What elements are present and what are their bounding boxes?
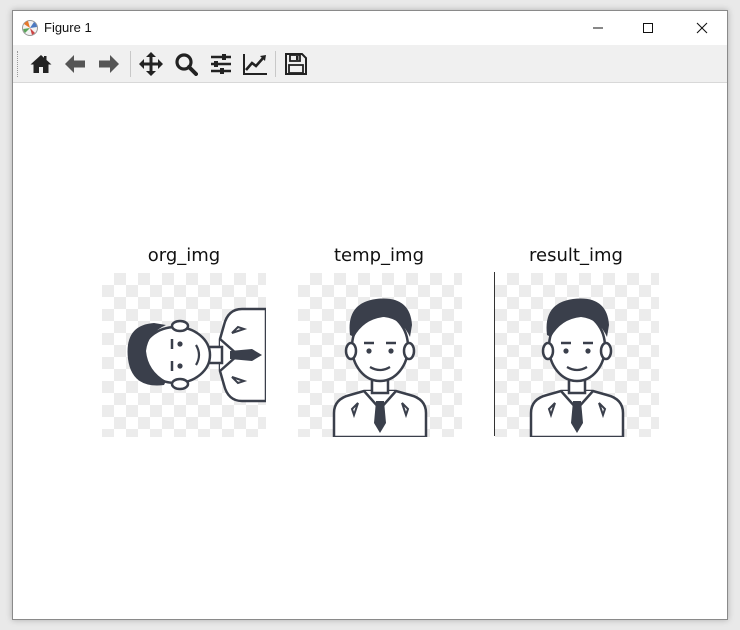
- magnifier-icon: [175, 53, 198, 76]
- window-title: Figure 1: [44, 20, 92, 35]
- panel-title-temp-img: temp_img: [333, 245, 425, 266]
- configure-subplots-button[interactable]: [206, 49, 236, 79]
- org-img-axes: [102, 273, 266, 437]
- avatar-figure: [127, 307, 266, 403]
- home-button[interactable]: [26, 49, 56, 79]
- floppy-disk-icon: [285, 53, 307, 75]
- edit-axis-button[interactable]: [240, 49, 270, 79]
- minimize-icon: [593, 27, 603, 29]
- toolbar-separator: [275, 51, 276, 77]
- avatar-image: [332, 298, 428, 437]
- matplotlib-app-icon: [22, 20, 38, 36]
- arrow-right-icon: [99, 55, 119, 73]
- minimize-button[interactable]: [575, 11, 621, 45]
- maximize-icon: [643, 23, 653, 33]
- toolbar-separator: [130, 51, 131, 77]
- home-icon: [30, 55, 52, 73]
- panel-title-org-img: org_img: [147, 245, 221, 266]
- title-bar[interactable]: Figure 1: [13, 11, 727, 45]
- navigation-toolbar: [13, 45, 727, 83]
- zoom-button[interactable]: [171, 49, 201, 79]
- move-icon: [139, 52, 163, 76]
- arrow-left-icon: [65, 55, 85, 73]
- toolbar-grip[interactable]: [17, 51, 20, 77]
- close-icon: [696, 22, 708, 34]
- close-button[interactable]: [679, 11, 725, 45]
- sliders-icon: [211, 54, 231, 74]
- back-button[interactable]: [60, 49, 90, 79]
- figure-window: Figure 1 org_img temp_img result_img: [12, 10, 728, 620]
- save-button[interactable]: [281, 49, 311, 79]
- line-chart-icon: [243, 54, 267, 75]
- avatar-image: [529, 298, 625, 437]
- avatar-image-rotated: [127, 307, 266, 403]
- result-img-axes: [495, 273, 659, 437]
- forward-button[interactable]: [94, 49, 124, 79]
- temp-img-axes: [298, 273, 462, 437]
- figure-canvas[interactable]: org_img temp_img result_img: [13, 83, 727, 619]
- maximize-button[interactable]: [625, 11, 671, 45]
- pan-button[interactable]: [136, 49, 166, 79]
- panel-title-result-img: result_img: [529, 245, 623, 266]
